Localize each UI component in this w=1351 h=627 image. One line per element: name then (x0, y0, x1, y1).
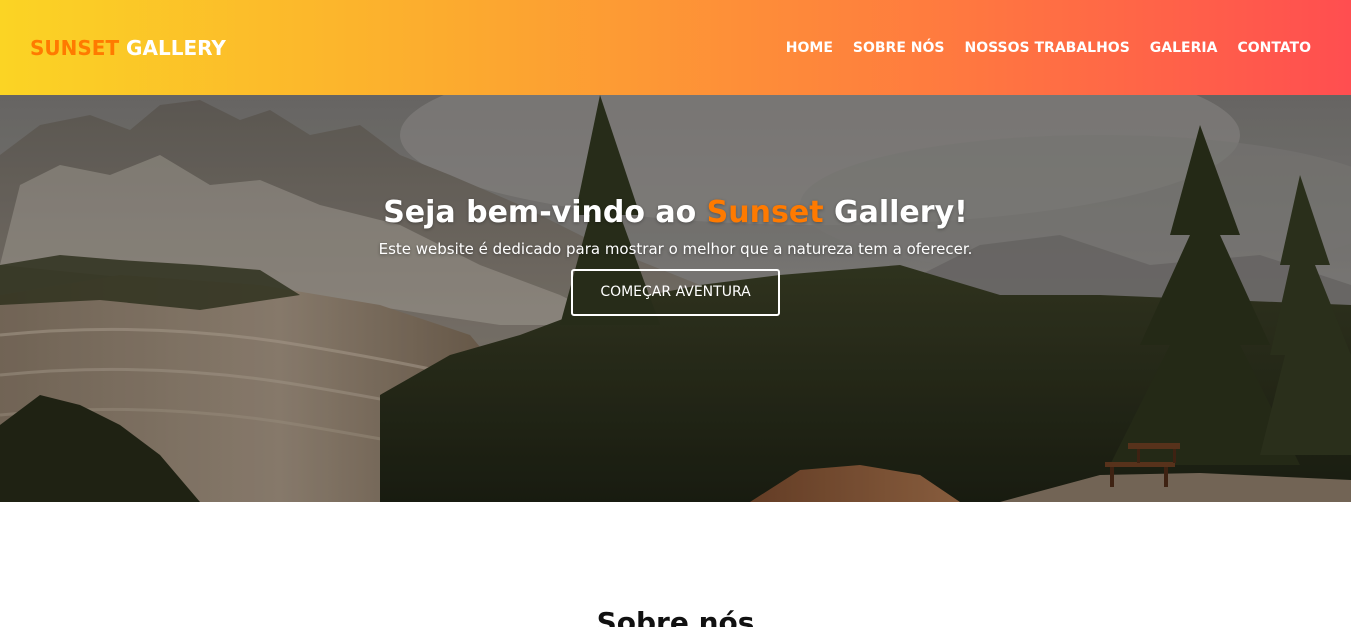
nav-item-galeria[interactable]: GALERIA (1150, 40, 1218, 56)
hero-title: Seja bem-vindo ao Sunset Gallery! (0, 192, 1351, 234)
hero-title-suffix: Gallery! (823, 195, 968, 230)
nav-item-nossos-trabalhos[interactable]: NOSSOS TRABALHOS (964, 40, 1129, 56)
hero-title-prefix: Seja bem-vindo ao (383, 195, 707, 230)
hero-content: Seja bem-vindo ao Sunset Gallery! Este w… (0, 192, 1351, 316)
nav-item-contato[interactable]: CONTATO (1237, 40, 1311, 56)
logo-rest-text: GALLERY (119, 35, 226, 60)
hero-subtitle: Este website é dedicado para mostrar o m… (378, 240, 973, 258)
hero-section: Seja bem-vindo ao Sunset Gallery! Este w… (0, 95, 1351, 502)
about-section: Sobre nós (0, 502, 1351, 627)
about-title: Sobre nós (596, 606, 755, 627)
hero-title-accent: Sunset (706, 195, 824, 230)
logo-accent-text: SUNSET (30, 35, 120, 60)
site-logo[interactable]: SUNSET GALLERY (30, 36, 226, 60)
main-nav: HOME SOBRE NÓS NOSSOS TRABALHOS GALERIA … (786, 40, 1311, 56)
site-header: SUNSET GALLERY HOME SOBRE NÓS NOSSOS TRA… (0, 0, 1351, 95)
nav-item-home[interactable]: HOME (786, 40, 833, 56)
nav-item-sobre-nos[interactable]: SOBRE NÓS (853, 40, 945, 56)
start-adventure-button[interactable]: COMEÇAR AVENTURA (571, 269, 780, 316)
